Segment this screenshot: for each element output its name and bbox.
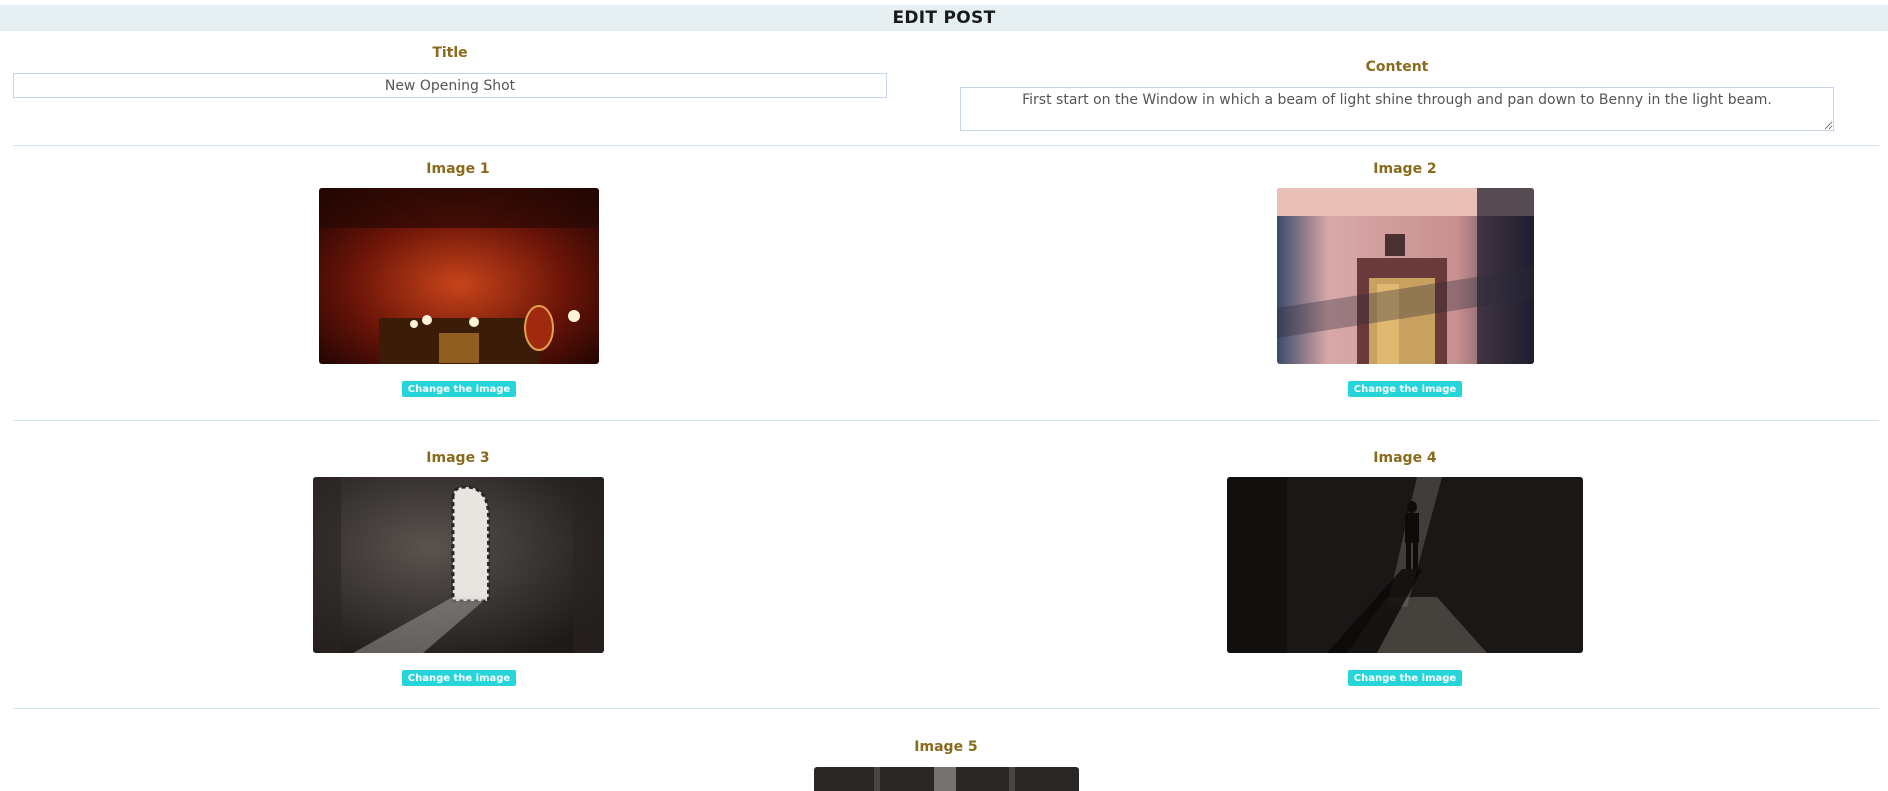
image-2-label: Image 2 — [1373, 161, 1437, 177]
change-image-3-button[interactable]: Change the image — [402, 670, 516, 686]
change-image-4-button[interactable]: Change the image — [1348, 670, 1462, 686]
image-4-thumbnail — [1227, 477, 1583, 653]
content-textarea[interactable]: First start on the Window in which a bea… — [960, 87, 1834, 131]
image-4-label: Image 4 — [1373, 450, 1437, 466]
image-2-thumbnail — [1277, 188, 1534, 364]
edit-post-page: EDIT POST Title Content First start on t… — [0, 0, 1888, 791]
change-image-1-button[interactable]: Change the image — [402, 381, 516, 397]
image-3-label: Image 3 — [426, 450, 490, 466]
change-image-2-button[interactable]: Change the image — [1348, 381, 1462, 397]
content-label: Content — [1365, 59, 1429, 75]
divider — [13, 420, 1879, 421]
image-1-thumbnail — [319, 188, 599, 364]
image-3-thumbnail — [313, 477, 604, 653]
divider — [13, 145, 1879, 146]
title-input[interactable] — [13, 73, 887, 98]
header-bar: EDIT POST — [0, 5, 1888, 31]
image-5-label: Image 5 — [914, 739, 978, 755]
divider — [13, 708, 1879, 709]
title-label: Title — [432, 45, 468, 61]
image-1-label: Image 1 — [426, 161, 490, 177]
image-5-thumbnail — [814, 767, 1079, 791]
page-title: EDIT POST — [892, 8, 996, 28]
